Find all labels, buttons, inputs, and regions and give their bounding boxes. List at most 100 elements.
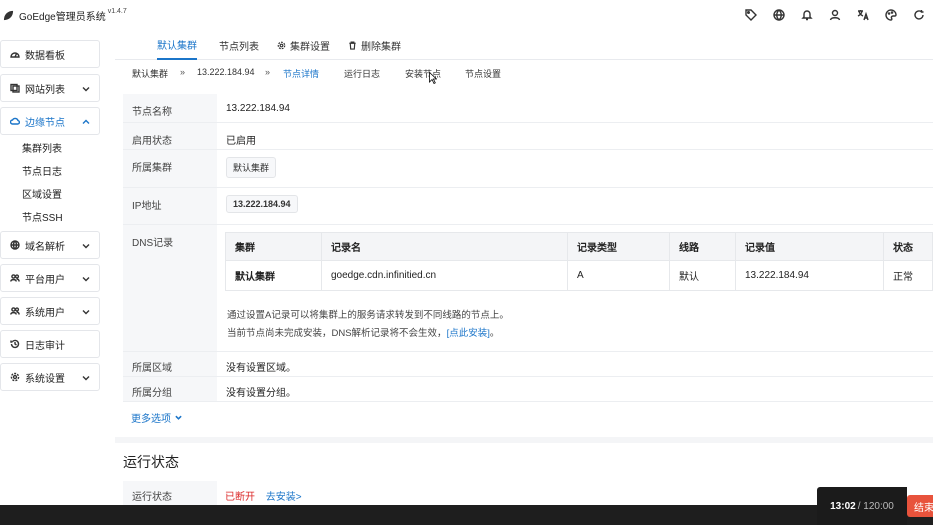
sidebar-item-system-settings[interactable]: 系统设置 [0,363,100,391]
sidebar-item-dashboard[interactable]: 数据看板 [0,40,100,68]
runtime-status-value: 已断开 去安装> [225,488,302,503]
chevron-down-icon [82,244,90,249]
sidebar-item-audit-logs[interactable]: 日志审计 [0,330,100,358]
table-row: 默认集群 goedge.cdn.infinitied.cn A 默认 13.22… [225,260,933,291]
sidebar-item-websites[interactable]: 网站列表 [0,74,100,102]
sidebar-sub-region-settings[interactable]: 区域设置 [22,186,62,201]
go-install-link[interactable]: 去安装> [266,492,302,503]
field-label: 所属集群 [123,150,217,187]
subtab-run-logs[interactable]: 运行日志 [344,67,380,80]
row-enabled: 启用状态 已启用 [123,123,933,150]
tab-cluster-settings[interactable]: 集群设置 [277,30,330,60]
runtime-section-title: 运行状态 [123,454,179,470]
row-runtime-status: 运行状态 已断开 去安装> [123,481,933,505]
row-region: 所属区域 没有设置区域。 [123,352,933,377]
users-icon [10,274,20,282]
taskbar-overlay [0,505,933,525]
end-session-button[interactable]: 结束 [907,495,933,517]
session-timer: 13:02 / 120:00 [817,487,907,525]
row-cluster: 所属集群 默认集群 [123,150,933,188]
leaf-logo-icon [3,10,14,20]
tab-label: 默认集群 [157,40,197,52]
breadcrumb: 默认集群 » 13.222.184.94 » 节点详情 运行日志 安装节点 节点… [115,60,933,86]
column-header: 状态 [883,232,933,261]
sidebar-item-label: 边缘节点 [25,117,65,129]
sidebar-item-system-users[interactable]: 系统用户 [0,297,100,325]
row-ip: IP地址 13.222.184.94 [123,188,933,225]
column-header: 记录类型 [567,232,670,261]
sidebar-item-label: 日志审计 [25,340,65,352]
cluster-tabs: 默认集群 节点列表 集群设置 删除集群 [115,30,933,60]
bell-icon[interactable] [793,0,821,30]
section-divider [115,437,933,443]
dns-cluster-cell: 默认集群 [225,260,322,291]
sidebar-item-label: 网站列表 [25,84,65,96]
more-options-toggle[interactable]: 更多选项 [131,410,182,425]
tag-icon[interactable] [737,0,765,30]
sidebar-sub-node-ssh[interactable]: 节点SSH [22,209,63,224]
sidebar-item-platform-users[interactable]: 平台用户 [0,264,100,292]
cluster-tag[interactable]: 默认集群 [226,157,277,178]
dns-note: 通过设置A记录可以将集群上的服务请求转发到不同线路的节点上。 [227,310,509,321]
sidebar-item-label: 域名解析 [25,241,65,253]
timer-total: / 120:00 [857,500,894,512]
disconnected-status: 已断开 [225,492,255,503]
column-header: 记录名 [321,232,568,261]
field-label: 启用状态 [123,123,217,149]
install-now-link[interactable]: [点此安装] [447,328,490,339]
trash-icon [349,40,356,50]
row-dns: DNS记录 集群 记录名 记录类型 线路 记录值 状态 默认集群 goedge.… [123,225,933,352]
dns-record-value-cell: 13.222.184.94 [735,260,884,291]
brand[interactable]: GoEdge管理员系统 v1.4.7 [0,8,127,23]
node-name-value: 13.222.184.94 [226,103,290,114]
chevron-down-icon [175,415,182,420]
breadcrumb-node[interactable]: 13.222.184.94 [197,67,255,77]
sidebar-item-dns[interactable]: 域名解析 [0,231,100,259]
enabled-status-value: 已启用 [226,136,256,147]
sidebar-item-label: 数据看板 [25,50,65,62]
dns-record-name-cell: goedge.cdn.infinitied.cn [321,260,568,291]
translate-icon[interactable] [849,0,877,30]
field-label: 节点名称 [123,94,217,122]
dns-records-table: 集群 记录名 记录类型 线路 记录值 状态 默认集群 goedge.cdn.in… [225,232,933,291]
website-icon [10,83,20,93]
field-label: IP地址 [123,188,217,224]
field-label: DNS记录 [123,225,217,351]
sidebar-sub-cluster-list[interactable]: 集群列表 [22,140,62,155]
sidebar: 数据看板 网站列表 边缘节点 集群列表 节点日志 区域设置 节点SSH 域名解析… [0,30,106,505]
tab-default-cluster[interactable]: 默认集群 [157,30,197,60]
refresh-icon[interactable] [905,0,933,30]
gear-icon [10,372,20,382]
column-header: 集群 [225,232,322,261]
dns-install-note: 当前节点尚未完成安装，DNS解析记录将不会生效，[点此安装]。 [227,325,499,339]
dns-install-note-suffix: 。 [489,328,500,339]
group-value: 没有设置分组。 [226,388,296,399]
globe-icon[interactable] [765,0,793,30]
tab-node-list[interactable]: 节点列表 [219,30,259,60]
app-version: v1.4.7 [107,7,127,15]
tab-delete-cluster[interactable]: 删除集群 [348,30,401,60]
more-options-label: 更多选项 [131,414,171,425]
dns-install-note-text: 当前节点尚未完成安装，DNS解析记录将不会生效， [227,328,447,339]
dns-record-type-cell: A [567,260,670,291]
chevron-up-icon [82,119,90,124]
subtab-node-detail[interactable]: 节点详情 [283,67,319,80]
dns-status-cell: 正常 [883,260,933,291]
palette-icon[interactable] [877,0,905,30]
dashboard-icon [10,52,20,58]
sidebar-item-edge-nodes[interactable]: 边缘节点 [0,107,100,135]
breadcrumb-separator: » [180,67,186,77]
timer-elapsed: 13:02 [830,500,856,512]
dns-route-cell: 默认 [669,260,736,291]
subtab-node-settings[interactable]: 节点设置 [465,67,501,80]
sidebar-sub-node-logs[interactable]: 节点日志 [22,163,62,178]
breadcrumb-cluster[interactable]: 默认集群 [132,67,168,80]
tab-label: 集群设置 [290,41,330,53]
region-value: 没有设置区域。 [226,363,296,374]
user-icon[interactable] [821,0,849,30]
chevron-down-icon [82,87,90,92]
row-group: 所属分组 没有设置分组。 [123,377,933,402]
chevron-down-icon [82,376,90,381]
column-header: 线路 [669,232,736,261]
sidebar-item-label: 系统设置 [25,373,65,385]
